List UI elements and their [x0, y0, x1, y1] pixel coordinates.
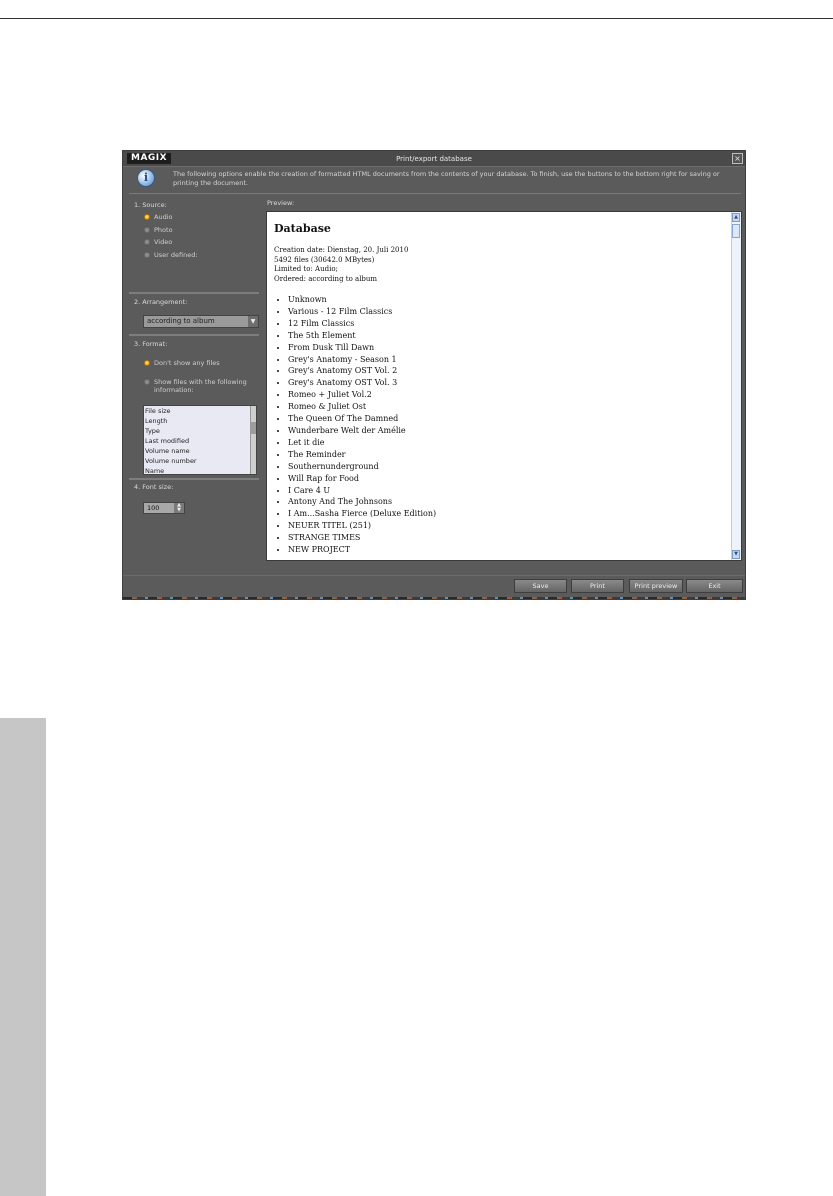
- close-button[interactable]: ×: [732, 153, 743, 164]
- list-item: The 5th Element: [288, 330, 724, 342]
- list-item: Southernunderground: [288, 461, 724, 473]
- list-item: 12 Film Classics: [288, 318, 724, 330]
- section-divider: [129, 334, 259, 336]
- save-button[interactable]: Save: [514, 579, 567, 593]
- source-option-label: User defined:: [154, 251, 198, 259]
- format-option-label: Don't show any files: [154, 359, 220, 367]
- info-text: The following options enable the creatio…: [173, 170, 720, 187]
- list-item: Grey's Anatomy OST Vol. 2: [288, 365, 724, 377]
- preview-scrollbar[interactable]: ▲ ▼: [731, 212, 741, 560]
- radio-selected-icon: [144, 214, 150, 220]
- footer-divider: [123, 575, 745, 576]
- list-item[interactable]: File size: [144, 406, 256, 416]
- scroll-up-icon[interactable]: ▲: [732, 213, 740, 222]
- source-option-audio[interactable]: Audio: [144, 213, 172, 221]
- source-option-label: Photo: [154, 226, 173, 234]
- radio-icon: [144, 239, 150, 245]
- page-header-rule: [0, 18, 833, 19]
- preview-meta-line: 5492 files (30642.0 MBytes): [274, 255, 375, 264]
- list-item: The Reminder: [288, 449, 724, 461]
- preview-meta-line: Ordered: according to album: [274, 274, 378, 283]
- source-option-photo[interactable]: Photo: [144, 226, 173, 234]
- list-item: Romeo + Juliet Vol.2: [288, 389, 724, 401]
- list-item: NEW PROJECT: [288, 544, 724, 556]
- preview-meta-line: Creation date: Dienstag, 20. Juli 2010: [274, 246, 409, 254]
- preview-meta-line: Limited to: Audio;: [274, 265, 338, 273]
- format-option-show-files[interactable]: Show files with the following informatio…: [144, 378, 254, 394]
- print-preview-button[interactable]: Print preview: [629, 579, 683, 593]
- section-divider: [129, 478, 259, 480]
- source-option-video[interactable]: Video: [144, 238, 172, 246]
- radio-selected-icon: [144, 360, 150, 366]
- dialog-title: Print/export database: [396, 155, 472, 163]
- scrollbar-thumb[interactable]: [250, 422, 256, 434]
- list-scrollbar[interactable]: [250, 406, 256, 474]
- print-button[interactable]: Print: [571, 579, 624, 593]
- list-item[interactable]: Type: [144, 426, 256, 436]
- page-side-tab: [0, 718, 46, 1196]
- file-info-list[interactable]: File size Length Type Last modified Volu…: [143, 405, 257, 475]
- chevron-down-icon[interactable]: ▼: [248, 316, 258, 327]
- preview-document: Database Creation date: Dienstag, 20. Ju…: [274, 222, 724, 556]
- format-option-no-files[interactable]: Don't show any files: [144, 359, 220, 367]
- header-divider: [129, 193, 741, 194]
- list-item[interactable]: Last modified: [144, 436, 256, 446]
- list-item: I Am...Sasha Fierce (Deluxe Edition): [288, 508, 724, 520]
- source-option-user-defined[interactable]: User defined:: [144, 251, 198, 259]
- list-item: The Queen Of The Damned: [288, 413, 724, 425]
- preview-pane[interactable]: Database Creation date: Dienstag, 20. Ju…: [266, 211, 742, 561]
- info-icon: i: [137, 169, 155, 187]
- list-item: Grey's Anatomy - Season 1: [288, 354, 724, 366]
- radio-icon: [144, 379, 150, 385]
- list-item: STRANGE TIMES: [288, 532, 724, 544]
- taskbar-strip: [123, 597, 745, 599]
- list-item: Will Rap for Food: [288, 473, 724, 485]
- arrangement-select[interactable]: according to album ▼: [143, 315, 259, 328]
- arrangement-label: 2. Arrangement:: [134, 298, 188, 306]
- list-item[interactable]: Volume name: [144, 446, 256, 456]
- list-item: From Dusk Till Dawn: [288, 342, 724, 354]
- options-panel: 1. Source: Audio Photo Video User define…: [123, 197, 263, 577]
- list-item: Unknown: [288, 294, 724, 306]
- list-item: Grey's Anatomy OST Vol. 3: [288, 377, 724, 389]
- stepper-arrows-icon[interactable]: ▲ ▼: [174, 503, 184, 513]
- preview-album-list: Unknown Various - 12 Film Classics 12 Fi…: [274, 294, 724, 556]
- source-option-label: Audio: [154, 213, 173, 221]
- exit-button[interactable]: Exit: [686, 579, 743, 593]
- list-item: Romeo & Juliet Ost: [288, 401, 724, 413]
- list-item[interactable]: Volume number: [144, 456, 256, 466]
- font-size-value: 100: [147, 504, 160, 512]
- font-size-stepper[interactable]: 100 ▲ ▼: [143, 502, 185, 514]
- format-label: 3. Format:: [134, 340, 168, 348]
- source-label: 1. Source:: [134, 201, 167, 209]
- scrollbar-thumb[interactable]: [732, 224, 740, 238]
- preview-label: Preview:: [267, 199, 295, 207]
- font-size-label: 4. Font size:: [134, 483, 174, 491]
- radio-icon: [144, 252, 150, 258]
- list-item: I Care 4 U: [288, 485, 724, 497]
- source-option-label: Video: [154, 238, 173, 246]
- list-item: Antony And The Johnsons: [288, 496, 724, 508]
- list-item: Various - 12 Film Classics: [288, 306, 724, 318]
- section-divider: [129, 292, 259, 294]
- list-item: Let it die: [288, 437, 724, 449]
- list-item: Wunderbare Welt der Amélie: [288, 425, 724, 437]
- arrangement-value: according to album: [147, 317, 215, 325]
- format-option-label: Show files with the following informatio…: [154, 378, 247, 394]
- scroll-down-icon[interactable]: ▼: [732, 550, 740, 559]
- list-item[interactable]: Length: [144, 416, 256, 426]
- radio-icon: [144, 227, 150, 233]
- preview-heading: Database: [274, 222, 331, 235]
- print-export-dialog: MAGIX Print/export database × i The foll…: [122, 150, 746, 600]
- list-item[interactable]: Name: [144, 466, 256, 474]
- list-item: NEUER TITEL (251): [288, 520, 724, 532]
- dialog-titlebar: MAGIX Print/export database ×: [123, 151, 745, 167]
